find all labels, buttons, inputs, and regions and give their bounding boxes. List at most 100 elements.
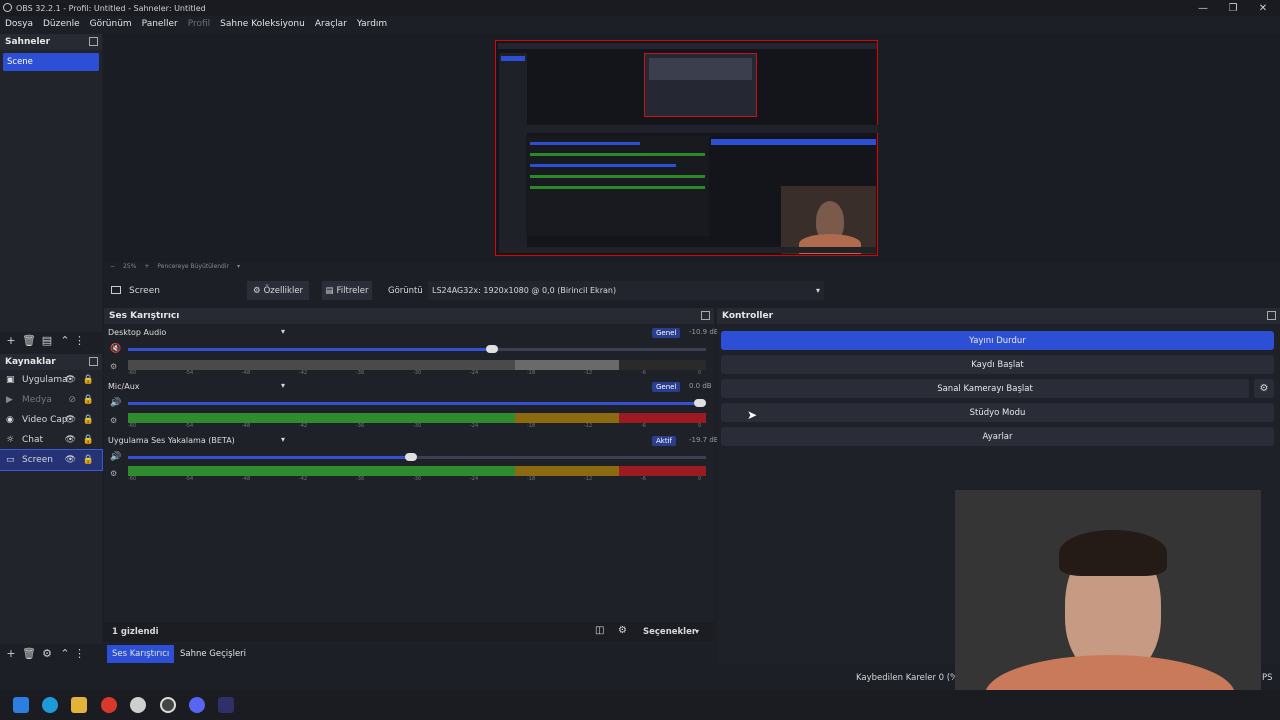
speaker-icon[interactable]: 🔊 bbox=[110, 398, 121, 408]
more-icon[interactable]: ⋮ bbox=[74, 334, 85, 348]
dock-icon[interactable] bbox=[89, 357, 98, 366]
minimize-icon[interactable]: — bbox=[1188, 0, 1218, 16]
options-button[interactable]: Seçenekler bbox=[643, 627, 696, 637]
virtual-camera-settings-icon[interactable]: ⚙ bbox=[1254, 379, 1274, 398]
edge-icon[interactable] bbox=[42, 697, 58, 713]
sources-title: Kaynaklar bbox=[5, 357, 56, 367]
lock-icon[interactable]: 🔒 bbox=[83, 395, 94, 405]
lock-icon[interactable]: 🔒 bbox=[83, 435, 94, 445]
remove-source-icon[interactable]: 🗑 bbox=[20, 647, 38, 661]
tick-label: -42 bbox=[299, 370, 308, 376]
studio-mode-button[interactable]: Stüdyo Modu bbox=[721, 403, 1274, 422]
dock-icon[interactable] bbox=[89, 37, 98, 46]
eye-icon[interactable]: 👁 bbox=[65, 455, 76, 465]
menu-duzenle[interactable]: Düzenle bbox=[43, 19, 80, 29]
dropped-frames: Kaybedilen Kareler 0 (%0 bbox=[856, 673, 964, 683]
scene-item[interactable]: Scene bbox=[3, 53, 99, 71]
sources-panel: Kaynaklar ▣ Uygulama 👁 🔒 ▶ Medya ⊘ 🔒 ◉ V… bbox=[0, 354, 103, 644]
eye-hidden-icon[interactable]: ⊘ bbox=[68, 395, 76, 405]
settings-button[interactable]: Ayarlar bbox=[721, 427, 1274, 446]
slider-knob[interactable] bbox=[694, 399, 706, 407]
chevron-down-icon[interactable]: ▾ bbox=[281, 381, 285, 390]
lock-icon[interactable]: 🔒 bbox=[83, 415, 94, 425]
menu-sahne-koleksiyonu[interactable]: Sahne Koleksiyonu bbox=[220, 19, 305, 29]
tick-label: -12 bbox=[584, 370, 593, 376]
tick-label: -24 bbox=[470, 476, 479, 482]
menu-profil[interactable]: Profil bbox=[188, 19, 210, 29]
chatgpt-icon[interactable] bbox=[130, 697, 146, 713]
tab-scene-transitions[interactable]: Sahne Geçişleri bbox=[175, 645, 251, 663]
tick-label: -24 bbox=[470, 423, 479, 429]
chevron-down-icon[interactable]: ▾ bbox=[695, 627, 699, 636]
obs-logo-icon bbox=[3, 3, 12, 12]
display-select[interactable]: LS24AG32x: 1920x1080 @ 0,0 (Birincil Ekr… bbox=[428, 281, 824, 300]
fit-to-window[interactable]: Pencereye Büyütülendir bbox=[157, 263, 229, 270]
add-source-icon[interactable]: + bbox=[2, 647, 20, 661]
display-label: Görüntü bbox=[388, 286, 423, 296]
more-icon[interactable]: ⋮ bbox=[74, 647, 85, 661]
channel-tag[interactable]: Aktif bbox=[652, 436, 676, 446]
chevron-down-icon[interactable]: ▾ bbox=[281, 327, 285, 336]
source-item-chat[interactable]: ☼ Chat 👁 🔒 bbox=[0, 430, 102, 450]
menu-yardim[interactable]: Yardım bbox=[357, 19, 387, 29]
settings-icon[interactable]: ⚙ bbox=[110, 416, 117, 425]
source-label: Uygulama bbox=[22, 375, 68, 385]
tab-audio-mixer[interactable]: Ses Karıştırıcı bbox=[107, 645, 175, 663]
layout-icon[interactable]: ◫ bbox=[595, 625, 604, 636]
add-scene-icon[interactable]: + bbox=[2, 334, 20, 348]
app-24-icon[interactable] bbox=[218, 697, 234, 713]
source-item-screen[interactable]: ▭ Screen 👁 🔒 bbox=[0, 449, 103, 471]
properties-button[interactable]: ⚙ Özellikler bbox=[247, 281, 309, 300]
volume-slider[interactable] bbox=[128, 453, 706, 461]
zoom-in-icon[interactable]: + bbox=[144, 263, 149, 270]
channel-tag[interactable]: Genel bbox=[652, 382, 681, 392]
move-up-icon[interactable]: ⌃ bbox=[56, 647, 74, 661]
source-properties-icon[interactable]: ⚙ bbox=[38, 647, 56, 661]
file-explorer-icon[interactable] bbox=[71, 697, 87, 713]
close-icon[interactable]: ✕ bbox=[1248, 0, 1278, 16]
remove-scene-icon[interactable]: 🗑 bbox=[20, 334, 38, 348]
settings-icon[interactable]: ⚙ bbox=[110, 469, 117, 478]
speaker-icon[interactable]: 🔊 bbox=[110, 452, 121, 462]
move-up-icon[interactable]: ⌃ bbox=[56, 334, 74, 348]
eye-icon[interactable]: 👁 bbox=[65, 435, 76, 445]
start-record-button[interactable]: Kaydı Başlat bbox=[721, 355, 1274, 374]
zoom-out-icon[interactable]: − bbox=[110, 263, 115, 270]
tick-label: -18 bbox=[527, 476, 536, 482]
advanced-audio-icon[interactable]: ⚙ bbox=[618, 625, 627, 636]
source-item-medya[interactable]: ▶ Medya ⊘ 🔒 bbox=[0, 390, 102, 410]
lock-icon[interactable]: 🔒 bbox=[83, 455, 94, 465]
channel-tag[interactable]: Genel bbox=[652, 328, 681, 338]
chrome-icon[interactable] bbox=[101, 697, 117, 713]
settings-icon[interactable]: ⚙ bbox=[110, 362, 117, 371]
menu-araclar[interactable]: Araçlar bbox=[315, 19, 347, 29]
volume-slider[interactable] bbox=[128, 345, 706, 353]
sources-header: Kaynaklar bbox=[0, 354, 102, 370]
source-item-video-cap[interactable]: ◉ Video Cap 👁 🔒 bbox=[0, 410, 102, 430]
source-item-uygulama[interactable]: ▣ Uygulama 👁 🔒 bbox=[0, 370, 102, 390]
preview-canvas[interactable] bbox=[495, 40, 878, 256]
lock-icon[interactable]: 🔒 bbox=[83, 375, 94, 385]
menu-dosya[interactable]: Dosya bbox=[5, 19, 33, 29]
virtual-camera-button[interactable]: Sanal Kamerayı Başlat bbox=[721, 379, 1249, 398]
dock-icon[interactable] bbox=[701, 311, 710, 320]
slider-knob[interactable] bbox=[405, 453, 418, 461]
chevron-down-icon[interactable]: ▾ bbox=[237, 263, 240, 270]
eye-icon[interactable]: 👁 bbox=[65, 415, 76, 425]
menu-paneller[interactable]: Paneller bbox=[142, 19, 178, 29]
muted-speaker-icon[interactable]: 🔇 bbox=[110, 344, 121, 354]
eye-icon[interactable]: 👁 bbox=[65, 375, 76, 385]
dock-icon[interactable] bbox=[1267, 311, 1276, 320]
discord-icon[interactable] bbox=[189, 697, 205, 713]
volume-slider[interactable] bbox=[128, 399, 706, 407]
windows-start-icon[interactable] bbox=[13, 697, 29, 713]
slider-knob[interactable] bbox=[486, 345, 499, 353]
filters-button[interactable]: ▤ Filtreler bbox=[322, 281, 372, 300]
nested-scenes bbox=[499, 53, 527, 253]
scene-filters-icon[interactable]: ▤ bbox=[38, 334, 56, 348]
chevron-down-icon[interactable]: ▾ bbox=[281, 435, 285, 444]
stop-stream-button[interactable]: Yayını Durdur bbox=[721, 331, 1274, 350]
menu-gorunum[interactable]: Görünüm bbox=[90, 19, 132, 29]
maximize-icon[interactable]: ❐ bbox=[1218, 0, 1248, 16]
obs-taskbar-icon[interactable] bbox=[160, 697, 176, 713]
